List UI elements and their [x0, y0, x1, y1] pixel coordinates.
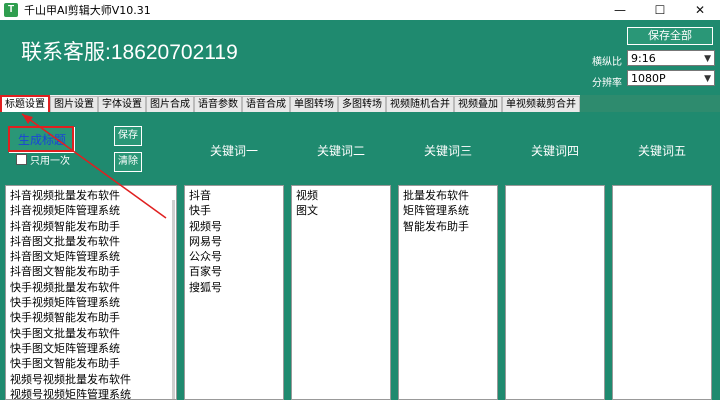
annotation-arrow [8, 113, 167, 219]
highlight-box [8, 126, 74, 152]
arrow-line [21, 113, 167, 219]
arrow-head [22, 114, 33, 124]
